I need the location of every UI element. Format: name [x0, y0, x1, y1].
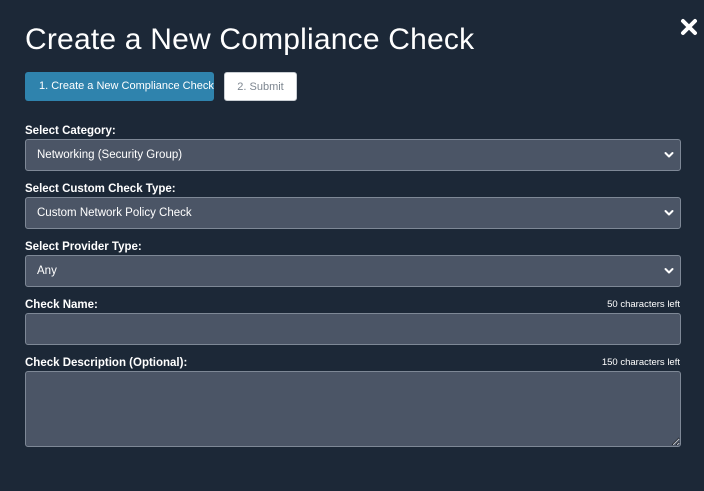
modal-title: Create a New Compliance Check: [25, 23, 475, 56]
step-create[interactable]: 1. Create a New Compliance Check: [25, 72, 214, 101]
provider-type-selected-value: Any: [37, 265, 57, 277]
chevron-down-icon: [664, 152, 674, 158]
check-description-textarea[interactable]: [25, 371, 681, 447]
chevron-down-icon: [664, 210, 674, 216]
check-type-select[interactable]: Custom Network Policy Check: [25, 197, 681, 229]
check-type-label: Select Custom Check Type:: [25, 183, 176, 195]
check-description-label: Check Description (Optional):: [25, 357, 188, 369]
wizard-steps: 1. Create a New Compliance Check 2. Subm…: [25, 72, 297, 101]
close-icon[interactable]: [678, 16, 700, 38]
category-selected-value: Networking (Security Group): [37, 149, 183, 161]
category-select[interactable]: Networking (Security Group): [25, 139, 681, 171]
provider-type-label: Select Provider Type:: [25, 241, 142, 253]
category-label: Select Category:: [25, 125, 116, 137]
step-submit[interactable]: 2. Submit: [224, 72, 297, 101]
check-description-char-counter: 150 characters left: [601, 357, 680, 368]
check-type-selected-value: Custom Network Policy Check: [37, 207, 192, 219]
provider-type-select[interactable]: Any: [25, 255, 681, 287]
check-name-input[interactable]: [25, 313, 681, 345]
check-name-char-counter: 50 characters left: [607, 299, 680, 310]
compliance-check-modal: Create a New Compliance Check 1. Create …: [0, 0, 704, 491]
check-name-label: Check Name:: [25, 299, 98, 311]
chevron-down-icon: [664, 268, 674, 274]
